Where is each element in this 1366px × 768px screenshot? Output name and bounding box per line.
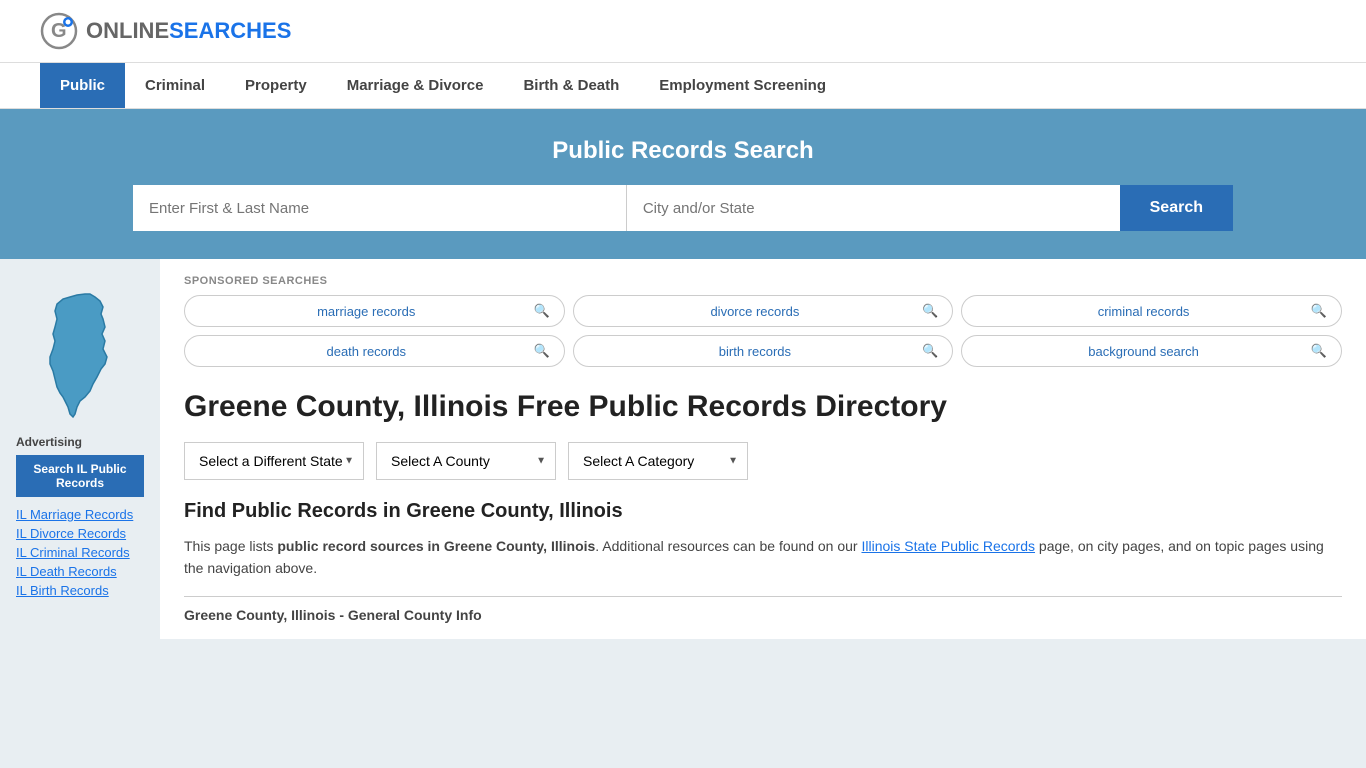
hero-title: Public Records Search [40, 137, 1326, 165]
nav-item-public[interactable]: Public [40, 63, 125, 108]
illinois-map [35, 289, 125, 419]
tag-background-label: background search [976, 344, 1310, 359]
find-text-bold: public record sources in Greene County, … [277, 538, 595, 554]
sponsored-label: SPONSORED SEARCHES [184, 275, 1342, 287]
sidebar-link-divorce[interactable]: IL Divorce Records [16, 526, 144, 541]
tag-background-search[interactable]: background search 🔍 [961, 335, 1342, 367]
search-icon-divorce: 🔍 [922, 303, 938, 319]
nav-item-marriage-divorce[interactable]: Marriage & Divorce [327, 63, 504, 108]
state-dropdown[interactable]: Select a Different State [184, 442, 364, 480]
logo: G ONLINESEARCHES [40, 12, 291, 50]
tag-marriage-records[interactable]: marriage records 🔍 [184, 295, 565, 327]
search-tags: marriage records 🔍 divorce records 🔍 cri… [184, 295, 1342, 367]
name-input[interactable] [133, 185, 627, 231]
county-dropdown-wrap: Select A County [376, 442, 556, 480]
location-input[interactable] [627, 185, 1120, 231]
find-link[interactable]: Illinois State Public Records [861, 538, 1035, 554]
nav-item-criminal[interactable]: Criminal [125, 63, 225, 108]
dropdown-row: Select a Different State Select A County… [184, 442, 1342, 480]
tag-marriage-label: marriage records [199, 304, 533, 319]
search-icon-background: 🔍 [1311, 343, 1327, 359]
tag-criminal-label: criminal records [976, 304, 1310, 319]
search-icon-birth: 🔍 [922, 343, 938, 359]
search-icon-criminal: 🔍 [1311, 303, 1327, 319]
tag-divorce-records[interactable]: divorce records 🔍 [573, 295, 954, 327]
find-text-middle: . Additional resources can be found on o… [595, 538, 861, 554]
general-info-title: Greene County, Illinois - General County… [184, 607, 1342, 623]
tag-divorce-label: divorce records [588, 304, 922, 319]
logo-searches: SEARCHES [169, 18, 291, 43]
general-info-divider: Greene County, Illinois - General County… [184, 596, 1342, 623]
logo-online: ONLINE [86, 18, 169, 43]
state-dropdown-wrap: Select a Different State [184, 442, 364, 480]
category-dropdown[interactable]: Select A Category [568, 442, 748, 480]
state-map-area [16, 279, 144, 435]
nav-item-birth-death[interactable]: Birth & Death [503, 63, 639, 108]
sidebar-link-birth[interactable]: IL Birth Records [16, 583, 144, 598]
sidebar-link-criminal[interactable]: IL Criminal Records [16, 545, 144, 560]
nav-item-property[interactable]: Property [225, 63, 327, 108]
page-title: Greene County, Illinois Free Public Reco… [184, 387, 1342, 426]
tag-birth-label: birth records [588, 344, 922, 359]
logo-text: ONLINESEARCHES [86, 18, 291, 44]
nav-item-employment[interactable]: Employment Screening [639, 63, 846, 108]
sidebar: Advertising Search IL Public Records IL … [0, 259, 160, 639]
main-container: Advertising Search IL Public Records IL … [0, 259, 1366, 639]
tag-death-records[interactable]: death records 🔍 [184, 335, 565, 367]
advertising-section: Advertising Search IL Public Records IL … [16, 435, 144, 598]
search-icon-marriage: 🔍 [533, 303, 549, 319]
search-form: Search [133, 185, 1233, 231]
tag-birth-records[interactable]: birth records 🔍 [573, 335, 954, 367]
sidebar-link-marriage[interactable]: IL Marriage Records [16, 507, 144, 522]
search-button[interactable]: Search [1120, 185, 1233, 231]
find-section: Find Public Records in Greene County, Il… [184, 500, 1342, 580]
content-area: SPONSORED SEARCHES marriage records 🔍 di… [160, 259, 1366, 639]
sidebar-link-death[interactable]: IL Death Records [16, 564, 144, 579]
sponsored-section: SPONSORED SEARCHES marriage records 🔍 di… [184, 275, 1342, 367]
find-title: Find Public Records in Greene County, Il… [184, 500, 1342, 523]
find-text: This page lists public record sources in… [184, 535, 1342, 580]
category-dropdown-wrap: Select A Category [568, 442, 748, 480]
county-dropdown[interactable]: Select A County [376, 442, 556, 480]
search-icon-death: 🔍 [533, 343, 549, 359]
tag-death-label: death records [199, 344, 533, 359]
tag-criminal-records[interactable]: criminal records 🔍 [961, 295, 1342, 327]
header: G ONLINESEARCHES [0, 0, 1366, 63]
find-text-before: This page lists [184, 538, 277, 554]
ad-search-button[interactable]: Search IL Public Records [16, 455, 144, 497]
logo-icon: G [40, 12, 78, 50]
advertising-label: Advertising [16, 435, 144, 449]
main-nav: Public Criminal Property Marriage & Divo… [0, 63, 1366, 109]
hero-section: Public Records Search Search [0, 109, 1366, 259]
